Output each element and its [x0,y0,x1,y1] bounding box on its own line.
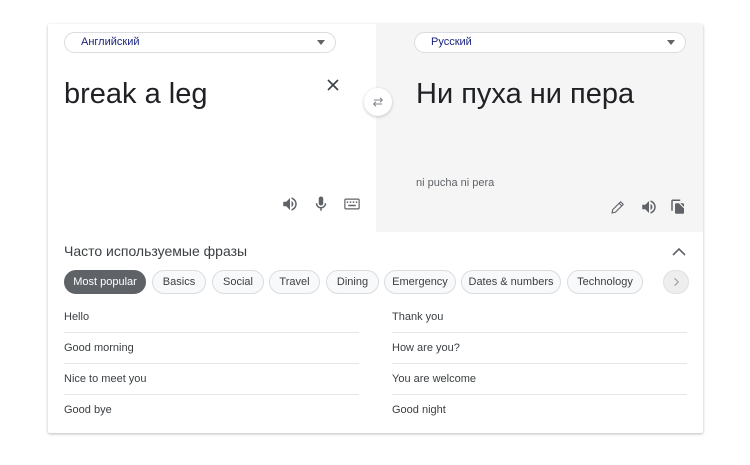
target-text: Ни пуха ни пера [416,78,635,110]
chip-dates-numbers[interactable]: Dates & numbers [461,270,561,294]
chevron-right-icon [674,277,680,287]
speaker-icon [283,197,297,211]
close-icon [327,79,339,91]
chevron-up-icon [672,247,686,256]
chip-basics[interactable]: Basics [152,270,206,294]
target-language-label: Русский [431,36,472,48]
phrase-list-left: Hello Good morning Nice to meet you Good… [64,302,359,426]
caret-down-icon [667,40,675,45]
list-item[interactable]: You are welcome [392,364,687,395]
copy-icon [671,199,685,214]
microphone-button[interactable] [311,194,331,214]
translation-panes: Английский break a leg Русский Ни пуха н… [48,24,703,232]
chip-dining[interactable]: Dining [326,270,379,294]
target-pane: Русский Ни пуха ни пера ni pucha ni pera [376,24,703,232]
copy-button[interactable] [668,197,688,217]
microphone-icon [315,196,327,211]
pencil-icon [611,201,624,214]
list-item[interactable]: Thank you [392,302,687,333]
list-item[interactable]: Hello [64,302,359,333]
list-item[interactable]: How are you? [392,333,687,364]
transliteration: ni pucha ni pera [416,177,495,189]
caret-down-icon [317,40,325,45]
list-item[interactable]: Good night [392,395,687,426]
chip-travel[interactable]: Travel [269,270,320,294]
list-item[interactable]: Good morning [64,333,359,364]
target-language-select[interactable]: Русский [414,32,686,53]
chip-emergency[interactable]: Emergency [384,270,456,294]
collapse-phrasebook-button[interactable] [671,244,687,260]
source-text[interactable]: break a leg [64,78,208,111]
chip-most-popular[interactable]: Most popular [64,270,146,294]
next-chips-button[interactable] [663,270,689,294]
chip-technology[interactable]: Technology [567,270,643,294]
keyboard-button[interactable] [342,194,362,214]
target-listen-button[interactable] [639,197,659,217]
source-pane[interactable]: Английский break a leg [48,24,376,232]
clear-button[interactable] [325,77,341,93]
list-item[interactable]: Nice to meet you [64,364,359,395]
source-language-select[interactable]: Английский [64,32,336,53]
speaker-icon [642,200,656,214]
phrase-list-right: Thank you How are you? You are welcome G… [392,302,687,426]
keyboard-icon [344,198,360,210]
chip-social[interactable]: Social [212,270,264,294]
phrasebook-title: Часто используемые фразы [64,243,248,259]
translate-card: Английский break a leg Русский Ни пуха н… [48,24,703,433]
source-language-label: Английский [81,36,140,48]
swap-languages-button[interactable] [364,88,392,116]
list-item[interactable]: Good bye [64,395,359,426]
swap-icon [373,97,383,107]
source-listen-button[interactable] [280,194,300,214]
edit-translation-button[interactable] [608,197,628,217]
